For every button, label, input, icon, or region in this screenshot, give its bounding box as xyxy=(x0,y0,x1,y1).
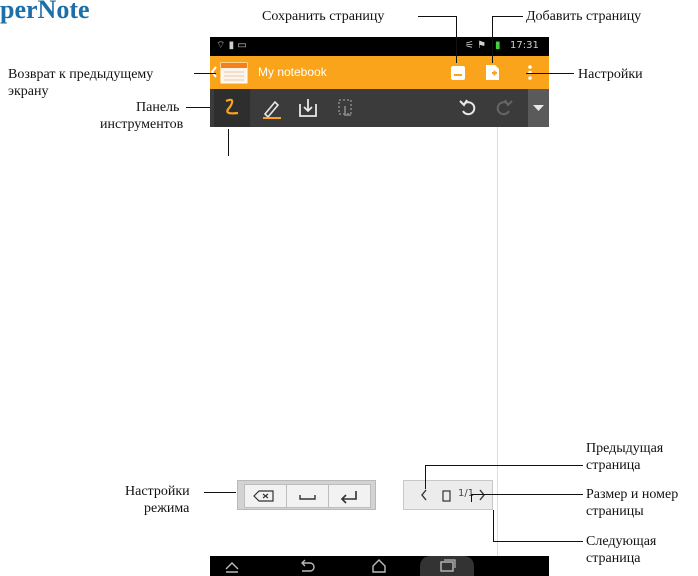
callout-next-line1: Следующая xyxy=(586,534,657,549)
redo-button[interactable] xyxy=(486,89,522,127)
navigation-bar xyxy=(210,556,549,576)
leader-line xyxy=(204,492,236,493)
leader-line xyxy=(228,129,229,156)
chevron-right-icon[interactable] xyxy=(478,488,486,507)
leader-line xyxy=(492,16,493,63)
notebook-icon[interactable] xyxy=(219,61,249,85)
nav-up-icon[interactable] xyxy=(224,559,240,573)
save-icon xyxy=(451,66,465,80)
highlighter-tool-button[interactable] xyxy=(254,89,290,127)
wifi-icon: ⚟ ⚑ xyxy=(465,40,487,51)
status-time: 17:31 xyxy=(510,40,539,51)
backspace-icon xyxy=(253,490,274,502)
callout-prev-line2: страница xyxy=(586,458,641,473)
leader-line xyxy=(425,465,426,489)
callout-mode-line2: режима xyxy=(144,501,190,516)
signal-icon: ⌔ ▮ ▭ xyxy=(216,40,247,51)
callout-back-line2: экрану xyxy=(8,84,49,99)
touch-icon xyxy=(338,99,352,116)
back-arrow-icon[interactable] xyxy=(210,65,217,79)
space-icon xyxy=(299,495,316,500)
import-tool-button[interactable] xyxy=(290,89,326,127)
battery-icon: ▮ xyxy=(495,40,501,51)
callout-toolbar-line1: Панель xyxy=(136,100,180,115)
nav-recent-icon xyxy=(440,559,456,572)
callout-add-page: Добавить страницу xyxy=(526,9,642,24)
leader-line xyxy=(526,73,574,74)
redo-icon xyxy=(496,99,513,116)
mode-keys xyxy=(237,480,376,510)
page-size-icon[interactable] xyxy=(442,489,451,507)
toolbar-dropdown-button[interactable] xyxy=(528,89,549,127)
brand-title: perNote xyxy=(0,0,90,24)
nav-home-icon[interactable] xyxy=(370,559,388,573)
callout-prev-line1: Предыдущая xyxy=(586,441,664,456)
enter-key[interactable] xyxy=(328,484,371,508)
leader-line xyxy=(425,465,583,466)
page-navigator: 1/1 xyxy=(403,480,493,510)
backspace-key[interactable] xyxy=(244,484,287,508)
leader-line xyxy=(194,73,216,74)
touch-mode-button[interactable] xyxy=(328,89,364,127)
nav-recent-button[interactable] xyxy=(420,556,474,576)
page-margin-line xyxy=(497,127,498,556)
callout-settings: Настройки xyxy=(578,67,643,82)
chevron-left-icon[interactable] xyxy=(420,488,428,507)
callout-size-line2: страницы xyxy=(586,504,644,519)
space-key[interactable] xyxy=(286,484,329,508)
callout-back-line1: Возврат к предыдущему xyxy=(8,67,154,82)
status-bar: ⌔ ▮ ▭ ⚟ ⚑ ▮ 17:31 xyxy=(210,37,549,56)
import-icon xyxy=(299,99,317,117)
leader-line xyxy=(492,16,523,17)
notebook-title: My notebook xyxy=(258,65,327,79)
pen-icon xyxy=(214,89,250,127)
undo-icon xyxy=(459,99,476,116)
callout-toolbar-line2: инструментов xyxy=(100,117,184,132)
leader-line xyxy=(456,16,457,63)
leader-line xyxy=(493,541,583,542)
callout-next-line2: страница xyxy=(586,551,641,566)
leader-line xyxy=(493,510,494,541)
add-page-button[interactable] xyxy=(480,56,506,89)
undo-button[interactable] xyxy=(450,89,486,127)
leader-line xyxy=(471,494,472,502)
leader-line xyxy=(418,16,456,17)
nav-back-icon[interactable] xyxy=(298,559,316,573)
callout-size-line1: Размер и номер xyxy=(586,487,679,502)
add-page-icon xyxy=(486,65,499,80)
dropdown-icon xyxy=(533,105,544,111)
enter-icon xyxy=(340,491,357,504)
leader-line xyxy=(186,107,210,108)
highlighter-icon xyxy=(263,100,281,119)
save-button[interactable] xyxy=(445,56,471,89)
tool-bar xyxy=(210,89,549,127)
leader-line xyxy=(471,494,583,495)
pen-tool-button[interactable] xyxy=(214,89,250,127)
callout-save-page: Сохранить страницу xyxy=(262,9,385,24)
callout-mode-line1: Настройки xyxy=(125,484,190,499)
